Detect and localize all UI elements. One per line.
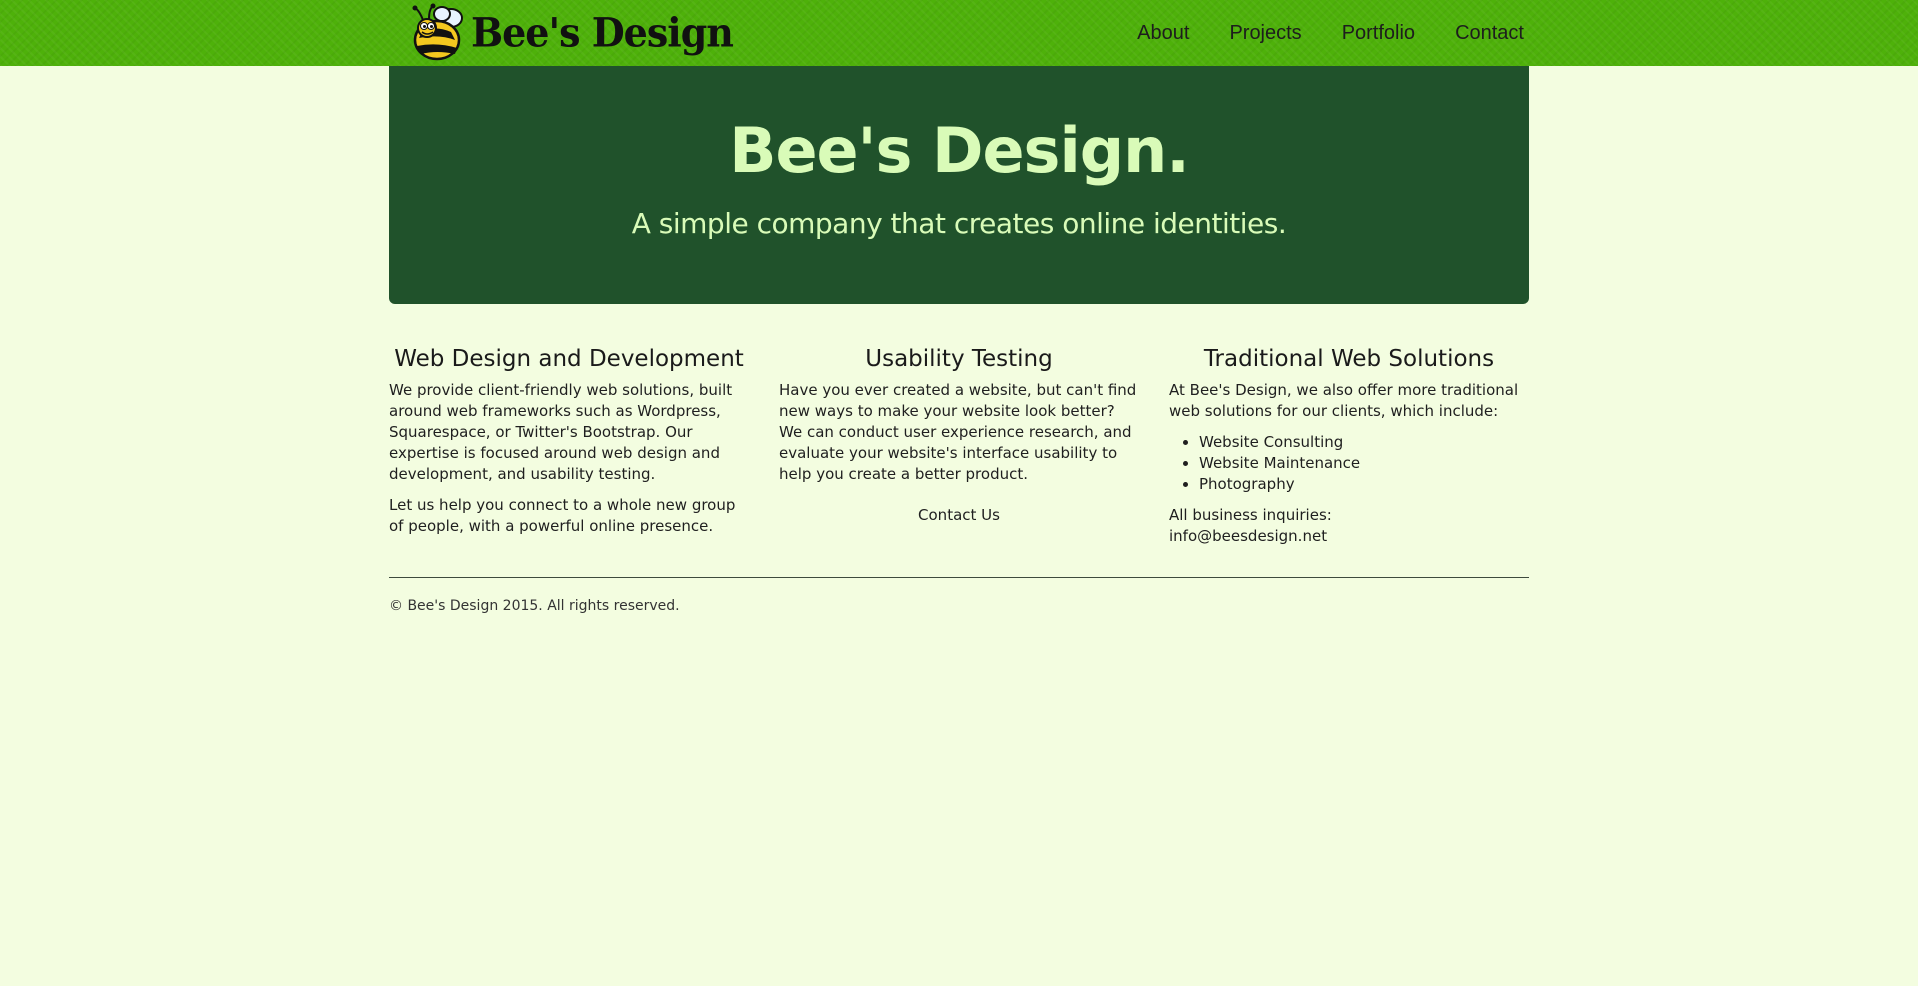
hero-title: Bee's Design. (729, 114, 1190, 187)
bee-mascot-icon (412, 3, 463, 61)
contact-email: info@beesdesign.net (1169, 527, 1328, 545)
column-web-design: Web Design and Development We provide cl… (389, 344, 749, 547)
hero-subtitle: A simple company that creates online ide… (631, 207, 1287, 240)
nav-link-about[interactable]: About (1137, 22, 1189, 45)
main-container: Bee's Design. A simple company that crea… (389, 66, 1529, 614)
navbar: Bee's Design About Projects Portfolio Co… (0, 0, 1918, 66)
column-paragraph: Have you ever created a website, but can… (779, 381, 1137, 483)
column-heading: Traditional Web Solutions (1203, 346, 1495, 372)
column-paragraph: We provide client-friendly web solutions… (389, 381, 733, 483)
contact-us-link[interactable]: Contact Us (779, 505, 1139, 526)
nav-link-contact[interactable]: Contact (1455, 22, 1524, 45)
hero-banner: Bee's Design. A simple company that crea… (389, 66, 1529, 304)
column-paragraph: Let us help you connect to a whole new g… (389, 496, 736, 535)
column-heading: Web Design and Development (394, 346, 744, 372)
navbar-inner: Bee's Design About Projects Portfolio Co… (389, 0, 1529, 66)
column-paragraph: At Bee's Design, we also offer more trad… (1169, 381, 1519, 420)
list-item: Website Consulting (1199, 432, 1529, 453)
services-list: Website Consulting Website Maintenance P… (1169, 432, 1529, 495)
column-traditional-solutions: Traditional Web Solutions At Bee's Desig… (1169, 344, 1529, 547)
footer-copyright: © Bee's Design 2015. All rights reserved… (389, 598, 680, 614)
main-nav: About Projects Portfolio Contact (1097, 0, 1524, 66)
brand-logo-link[interactable]: Bee's Design (411, 2, 734, 62)
inquiries-label: All business inquiries: (1169, 506, 1332, 524)
nav-link-portfolio[interactable]: Portfolio (1342, 22, 1415, 45)
list-item: Photography (1199, 474, 1529, 495)
footer-divider (389, 577, 1529, 578)
list-item: Website Maintenance (1199, 453, 1529, 474)
brand-name: Bee's Design (471, 8, 734, 56)
nav-link-projects[interactable]: Projects (1229, 22, 1301, 45)
services-columns: Web Design and Development We provide cl… (389, 344, 1529, 547)
column-usability-testing: Usability Testing Have you ever created … (779, 344, 1139, 547)
column-heading: Usability Testing (865, 346, 1053, 372)
